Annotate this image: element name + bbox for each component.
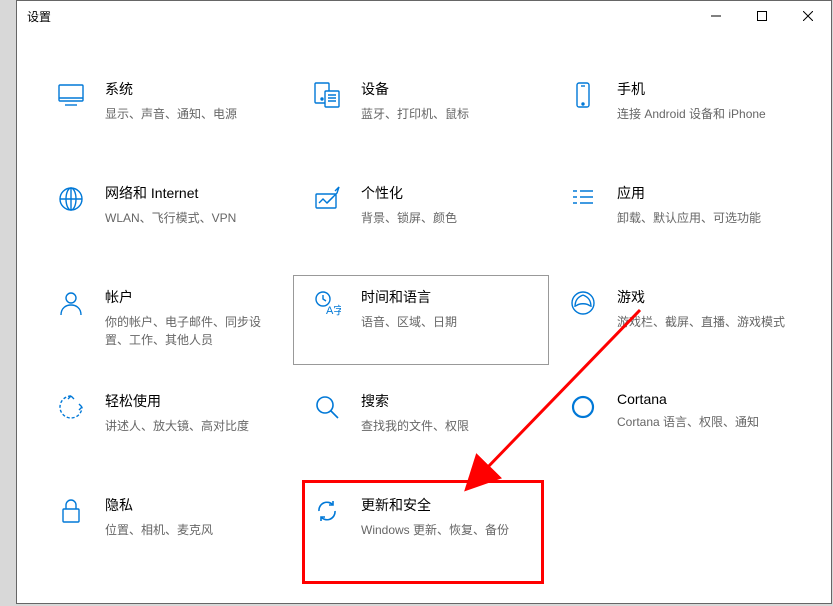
tile-desc: 蓝牙、打印机、鼠标 <box>361 105 535 123</box>
tile-title: 应用 <box>617 183 791 203</box>
tile-personalization[interactable]: 个性化 背景、锁屏、颜色 <box>293 171 549 261</box>
tile-time-language[interactable]: A字 时间和语言 语音、区域、日期 <box>293 275 549 365</box>
tile-search[interactable]: 搜索 查找我的文件、权限 <box>293 379 549 469</box>
tile-title: 搜索 <box>361 391 535 411</box>
titlebar: 设置 <box>17 1 831 31</box>
apps-icon <box>569 185 597 213</box>
tile-accounts[interactable]: 帐户 你的帐户、电子邮件、同步设置、工作、其他人员 <box>37 275 293 365</box>
tile-title: 手机 <box>617 79 791 99</box>
close-button[interactable] <box>785 1 831 31</box>
tile-desc: 语音、区域、日期 <box>361 313 535 331</box>
tile-desc: 查找我的文件、权限 <box>361 417 535 435</box>
cortana-icon <box>569 393 597 421</box>
update-icon <box>313 497 341 525</box>
phone-icon <box>569 81 597 109</box>
tile-apps[interactable]: 应用 卸载、默认应用、可选功能 <box>549 171 805 261</box>
tile-desc: 背景、锁屏、颜色 <box>361 209 535 227</box>
tile-desc: 讲述人、放大镜、高对比度 <box>105 417 279 435</box>
tile-title: Cortana <box>617 391 791 407</box>
tile-desc: Windows 更新、恢复、备份 <box>361 521 535 539</box>
tile-title: 更新和安全 <box>361 495 535 515</box>
svg-text:A字: A字 <box>326 303 341 317</box>
tile-title: 帐户 <box>105 287 279 307</box>
tile-desc: Cortana 语言、权限、通知 <box>617 413 791 431</box>
tile-update-security[interactable]: 更新和安全 Windows 更新、恢复、备份 <box>293 483 549 573</box>
search-icon <box>313 393 341 421</box>
gaming-icon <box>569 289 597 317</box>
tile-title: 隐私 <box>105 495 279 515</box>
tile-system[interactable]: 系统 显示、声音、通知、电源 <box>37 67 293 157</box>
maximize-button[interactable] <box>739 1 785 31</box>
tile-gaming[interactable]: 游戏 游戏栏、截屏、直播、游戏模式 <box>549 275 805 365</box>
tile-title: 系统 <box>105 79 279 99</box>
window-title: 设置 <box>27 8 693 25</box>
tile-desc: WLAN、飞行模式、VPN <box>105 209 279 227</box>
tile-desc: 你的帐户、电子邮件、同步设置、工作、其他人员 <box>105 313 279 349</box>
devices-icon <box>313 81 341 109</box>
tile-desc: 位置、相机、麦克风 <box>105 521 279 539</box>
tile-desc: 显示、声音、通知、电源 <box>105 105 279 123</box>
settings-window: 设置 系统 显示、声音、通知、电源 <box>16 0 832 604</box>
tile-desc: 卸载、默认应用、可选功能 <box>617 209 791 227</box>
tile-network[interactable]: 网络和 Internet WLAN、飞行模式、VPN <box>37 171 293 261</box>
globe-icon <box>57 185 85 213</box>
tile-title: 轻松使用 <box>105 391 279 411</box>
tile-title: 个性化 <box>361 183 535 203</box>
tile-desc: 连接 Android 设备和 iPhone <box>617 105 791 123</box>
window-controls <box>693 1 831 31</box>
tile-privacy[interactable]: 隐私 位置、相机、麦克风 <box>37 483 293 573</box>
ease-of-access-icon <box>57 393 85 421</box>
personalization-icon <box>313 185 341 213</box>
tile-title: 设备 <box>361 79 535 99</box>
tile-title: 时间和语言 <box>361 287 535 307</box>
accounts-icon <box>57 289 85 317</box>
tile-cortana[interactable]: Cortana Cortana 语言、权限、通知 <box>549 379 805 469</box>
privacy-icon <box>57 497 85 525</box>
tile-devices[interactable]: 设备 蓝牙、打印机、鼠标 <box>293 67 549 157</box>
tile-phone[interactable]: 手机 连接 Android 设备和 iPhone <box>549 67 805 157</box>
tile-title: 游戏 <box>617 287 791 307</box>
tile-desc: 游戏栏、截屏、直播、游戏模式 <box>617 313 791 331</box>
settings-grid-container: 系统 显示、声音、通知、电源 设备 蓝牙、打印机、鼠标 手机 连接 Androi… <box>17 31 831 587</box>
time-language-icon: A字 <box>313 289 341 317</box>
minimize-button[interactable] <box>693 1 739 31</box>
system-icon <box>57 81 85 109</box>
tile-ease-of-access[interactable]: 轻松使用 讲述人、放大镜、高对比度 <box>37 379 293 469</box>
tile-title: 网络和 Internet <box>105 183 279 203</box>
